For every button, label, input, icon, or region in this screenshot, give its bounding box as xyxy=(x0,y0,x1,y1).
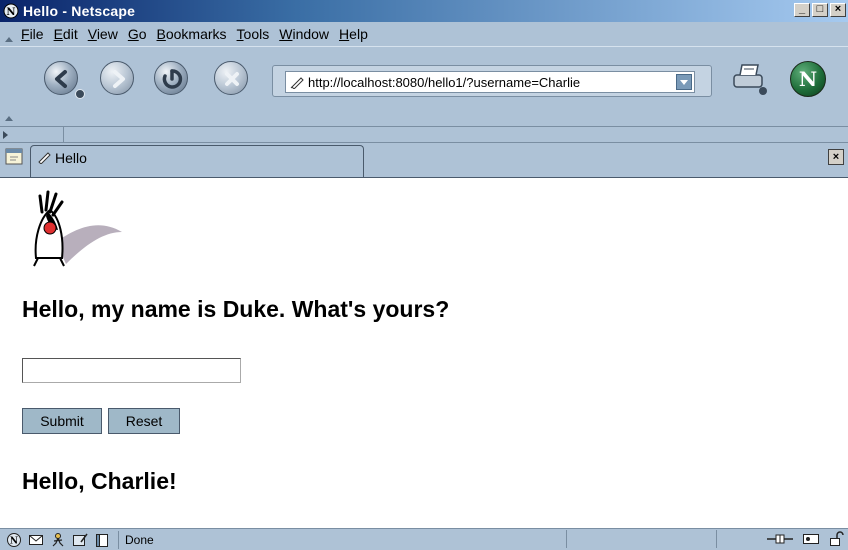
close-tab-icon[interactable]: × xyxy=(828,149,844,165)
url-text: http://localhost:8080/hello1/?username=C… xyxy=(308,74,581,90)
menu-file[interactable]: File xyxy=(21,26,44,42)
menu-view[interactable]: View xyxy=(88,26,118,42)
forward-icon xyxy=(113,70,125,88)
toolbar-grip-icon[interactable] xyxy=(4,24,13,44)
navigation-toolbar: http://localhost:8080/hello1/?username=C… xyxy=(0,46,848,126)
svg-text:N: N xyxy=(6,7,15,18)
back-icon xyxy=(55,70,67,88)
menu-help[interactable]: Help xyxy=(339,26,368,42)
personal-toolbar-divider xyxy=(0,127,64,142)
expand-toolbar-icon[interactable] xyxy=(3,131,8,139)
url-bar-frame: http://localhost:8080/hello1/?username=C… xyxy=(272,65,712,97)
navbar-grip-icon[interactable] xyxy=(4,103,13,123)
duke-mascot-image xyxy=(33,190,122,267)
mail-icon[interactable] xyxy=(28,532,44,548)
maximize-button[interactable]: □ xyxy=(812,3,828,17)
tab-hello[interactable]: Hello xyxy=(30,145,364,178)
stop-icon xyxy=(225,72,239,86)
svg-text:N: N xyxy=(10,536,18,546)
menu-window[interactable]: Window xyxy=(279,26,329,42)
back-history-dropdown[interactable] xyxy=(75,89,85,99)
close-button[interactable]: × xyxy=(830,3,846,17)
reload-button[interactable] xyxy=(154,61,188,95)
tab-bar: Hello × xyxy=(0,142,848,178)
greeting-heading: Hello, Charlie! xyxy=(22,468,177,494)
reload-icon xyxy=(162,69,183,89)
window-title: Hello - Netscape xyxy=(23,3,136,19)
page-link-icon xyxy=(38,152,51,164)
minimize-button[interactable]: _ xyxy=(794,3,810,17)
new-tab-icon[interactable] xyxy=(4,147,26,167)
padlock-icon[interactable] xyxy=(828,531,844,547)
menu-tools[interactable]: Tools xyxy=(237,26,270,42)
online-plug-icon[interactable] xyxy=(766,531,794,547)
url-input[interactable]: http://localhost:8080/hello1/?username=C… xyxy=(285,71,695,93)
reset-button[interactable]: Reset xyxy=(108,408,180,434)
netscape-icon: N xyxy=(3,3,19,19)
status-divider xyxy=(716,530,717,548)
personal-toolbar xyxy=(0,126,848,142)
title-bar: N Hello - Netscape _ □ × xyxy=(0,0,848,22)
url-dropdown-icon[interactable] xyxy=(676,74,692,90)
status-divider xyxy=(118,530,119,549)
instant-messenger-icon[interactable] xyxy=(50,532,66,548)
status-bar: N Done xyxy=(0,528,848,550)
submit-button[interactable]: Submit xyxy=(22,408,102,434)
menu-bar: File Edit View Go Bookmarks Tools Window… xyxy=(0,22,848,46)
page-content: Hello, my name is Duke. What's yours? Su… xyxy=(0,178,848,528)
username-input[interactable] xyxy=(22,358,241,383)
print-icon[interactable] xyxy=(730,61,770,97)
status-indicators xyxy=(766,531,844,547)
page-heading: Hello, my name is Duke. What's yours? xyxy=(22,296,450,322)
menu-bookmarks[interactable]: Bookmarks xyxy=(157,26,227,42)
netscape-logo-icon[interactable]: N xyxy=(790,61,826,97)
tab-label: Hello xyxy=(55,150,87,166)
security-info-icon[interactable] xyxy=(802,531,820,547)
menu-go[interactable]: Go xyxy=(128,26,147,42)
stop-button[interactable] xyxy=(214,61,248,95)
composer-icon[interactable] xyxy=(72,532,88,548)
page-link-icon xyxy=(290,77,304,89)
status-divider xyxy=(566,530,567,548)
menu-edit[interactable]: Edit xyxy=(54,26,78,42)
status-text: Done xyxy=(125,532,154,547)
back-button[interactable] xyxy=(44,61,78,95)
navigator-icon[interactable]: N xyxy=(6,532,22,548)
window-controls: _ □ × xyxy=(794,3,846,17)
address-book-icon[interactable] xyxy=(94,532,110,548)
forward-button[interactable] xyxy=(100,61,134,95)
